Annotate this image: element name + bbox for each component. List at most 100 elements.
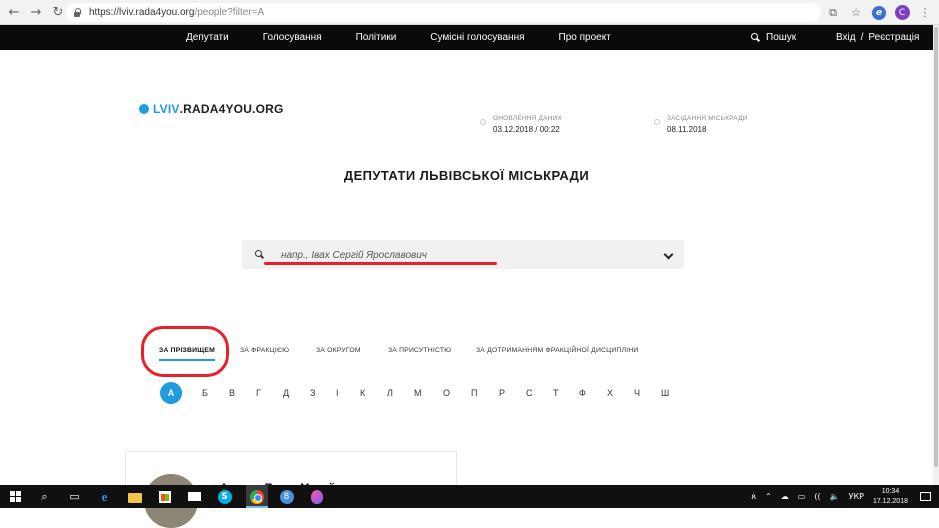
- nav-search[interactable]: Пошук: [751, 25, 796, 50]
- system-clock[interactable]: 10:34 17.12.2018: [873, 487, 908, 507]
- scrollbar-thumb[interactable]: [934, 27, 938, 467]
- page-title: ДЕПУТАТИ ЛЬВІВСЬКОЇ МІСЬКРАДИ: [343, 168, 590, 183]
- nav-about[interactable]: Про проект: [559, 32, 611, 43]
- clock-time: 10:34: [881, 487, 900, 495]
- letter-kh[interactable]: Х: [607, 382, 613, 404]
- search-icon: [255, 250, 264, 259]
- folder-icon: [127, 493, 142, 503]
- browser-toolbar: ← → ↻ https://lviv.rada4you.org/people?f…: [0, 0, 939, 25]
- address-bar[interactable]: https://lviv.rada4you.org/people?filter=…: [66, 3, 821, 22]
- network-icon[interactable]: ▭: [798, 492, 806, 501]
- site-top-nav: Депутати Голосування Політики Сумісні го…: [0, 25, 933, 50]
- task-view-icon[interactable]: ▭: [66, 488, 83, 505]
- chevron-down-icon[interactable]: [663, 249, 674, 260]
- extension-e-icon: e: [872, 5, 886, 20]
- tray-overflow-icon[interactable]: ⌃: [765, 492, 772, 501]
- notification-center-icon[interactable]: [920, 492, 931, 501]
- letter-r[interactable]: Р: [499, 382, 505, 404]
- clock-icon: [480, 119, 486, 125]
- store-button[interactable]: [156, 488, 173, 505]
- tab-by-faction-discipline[interactable]: ЗА ДОТРИМАННЯМ ФРАКЦІЙНОЇ ДИСЦИПЛІНИ: [476, 347, 639, 354]
- letter-l[interactable]: Л: [387, 382, 393, 404]
- profile-button[interactable]: C: [894, 5, 910, 21]
- onedrive-icon[interactable]: ☁: [781, 492, 789, 501]
- calendar-icon: [654, 119, 660, 125]
- letter-p[interactable]: П: [471, 382, 477, 404]
- letter-f[interactable]: Ф: [579, 382, 586, 404]
- mail-button[interactable]: [186, 488, 203, 505]
- back-button[interactable]: ←: [3, 1, 25, 23]
- translate-icon[interactable]: ⧉: [825, 5, 841, 21]
- file-explorer-button[interactable]: [126, 488, 143, 505]
- auth-separator: /: [860, 32, 864, 43]
- logo-domain: .RADA4YOU.ORG: [179, 102, 284, 116]
- balloon-app-button[interactable]: [308, 488, 325, 505]
- letter-o[interactable]: О: [443, 382, 450, 404]
- system-tray: ጸ ⌃ ☁ ▭ (( 🔈 УКР 10:34 17.12.2018: [751, 485, 939, 508]
- search-icon: [751, 33, 760, 42]
- clock-date: 17.12.2018: [872, 497, 908, 505]
- tab-by-district[interactable]: ЗА ОКРУГОМ: [316, 347, 361, 354]
- extension-button[interactable]: e: [871, 5, 887, 21]
- red-underline-annotation: [264, 262, 497, 265]
- main-menu: Депутати Голосування Політики Сумісні го…: [186, 25, 645, 50]
- tab-by-attendance[interactable]: ЗА ПРИСУТНІСТЮ: [388, 347, 451, 354]
- nav-votes[interactable]: Голосування: [263, 32, 322, 43]
- chrome-icon: [249, 489, 264, 504]
- deputy-search-input[interactable]: [281, 247, 641, 263]
- red-circle-annotation: [141, 326, 229, 377]
- lock-icon: [72, 7, 82, 18]
- letter-ch[interactable]: Ч: [634, 382, 640, 404]
- council-meeting-value: 08.11.2018: [667, 125, 707, 134]
- store-icon: [158, 490, 171, 503]
- nav-policies[interactable]: Політики: [356, 32, 397, 43]
- blue-app-button[interactable]: 8: [278, 488, 295, 505]
- windows-taskbar: ⌕ ▭ e S 8 ጸ ⌃ ☁ ▭ (( 🔈 УКР 10:34 17.12.2…: [0, 485, 939, 508]
- letter-sh[interactable]: Ш: [661, 382, 669, 404]
- letter-v[interactable]: В: [229, 382, 235, 404]
- volume-icon[interactable]: 🔈: [830, 492, 840, 501]
- page-scrollbar[interactable]: [933, 25, 939, 485]
- chrome-button[interactable]: [248, 488, 265, 505]
- mail-icon: [188, 492, 201, 501]
- logo-dot-icon: [139, 104, 149, 114]
- data-update-info: ОНОВЛЕННЯ ДАНИХ 03.12.2018 / 00:22: [480, 115, 562, 134]
- nav-search-label: Пошук: [766, 32, 797, 43]
- skype-button[interactable]: S: [216, 488, 233, 505]
- letter-d[interactable]: Д: [283, 382, 289, 404]
- nav-deputies[interactable]: Депутати: [186, 32, 229, 43]
- letter-b[interactable]: Б: [202, 382, 208, 404]
- letter-k[interactable]: К: [360, 382, 365, 404]
- register-link[interactable]: Реєстрація: [868, 32, 919, 43]
- site-logo[interactable]: LVIV .RADA4YOU.ORG: [139, 102, 284, 116]
- letter-s[interactable]: С: [526, 382, 533, 404]
- url-path: /people?filter=А: [194, 7, 265, 18]
- letter-i[interactable]: І: [336, 382, 339, 404]
- nav-joint-votes[interactable]: Сумісні голосування: [430, 32, 524, 43]
- url-host: https://lviv.rada4you.org: [89, 7, 195, 18]
- auth-links: Вхід / Реєстрація: [836, 25, 919, 50]
- skype-icon: S: [217, 489, 232, 504]
- browser-menu-icon[interactable]: ⋮: [917, 5, 933, 21]
- people-icon[interactable]: ጸ: [751, 492, 756, 502]
- letter-h[interactable]: Г: [256, 382, 261, 404]
- logo-city: LVIV: [153, 102, 180, 116]
- letter-t[interactable]: Т: [553, 382, 559, 404]
- windows-start-icon[interactable]: [10, 491, 21, 502]
- profile-avatar: C: [894, 5, 910, 20]
- letter-m[interactable]: М: [414, 382, 422, 404]
- input-language[interactable]: УКР: [849, 492, 864, 501]
- taskbar-search-icon[interactable]: ⌕: [36, 488, 53, 505]
- login-link[interactable]: Вхід: [836, 32, 856, 43]
- blue-app-icon: 8: [279, 489, 294, 504]
- letter-z[interactable]: З: [310, 382, 315, 404]
- data-update-value: 03.12.2018 / 00:22: [493, 125, 560, 134]
- tab-by-faction[interactable]: ЗА ФРАКЦІЄЮ: [240, 347, 289, 354]
- bookmark-star-icon[interactable]: ☆: [848, 5, 864, 21]
- forward-button[interactable]: →: [25, 1, 47, 23]
- council-meeting-info: ЗАСІДАННЯ МІСЬКРАДИ 08.11.2018: [654, 115, 748, 134]
- edge-browser-icon[interactable]: e: [96, 488, 113, 505]
- balloon-app-icon: [310, 489, 323, 504]
- letter-a[interactable]: А: [160, 382, 182, 404]
- wifi-icon[interactable]: ((: [814, 492, 820, 501]
